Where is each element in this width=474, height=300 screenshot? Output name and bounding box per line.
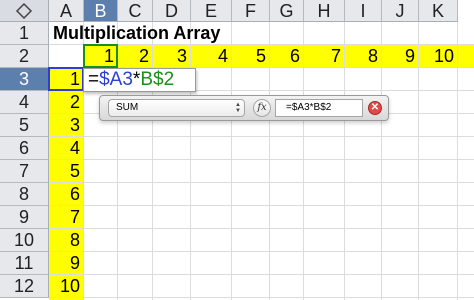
select-all-corner[interactable]	[0, 0, 49, 22]
grid-line	[49, 136, 474, 137]
cell-value[interactable]: 1	[84, 45, 114, 68]
cell-value[interactable]: 9	[382, 45, 415, 68]
select-all-icon	[15, 3, 33, 19]
row-header[interactable]: 3	[0, 68, 49, 91]
cell-value[interactable]: 5	[49, 160, 80, 183]
row-header[interactable]: 10	[0, 229, 49, 252]
cell-value[interactable]: 5	[232, 45, 266, 68]
row-header[interactable]: 7	[0, 160, 49, 183]
cell-value[interactable]: 1	[49, 68, 80, 91]
grid-line	[49, 228, 474, 229]
formula-ref-b: B$2	[140, 69, 175, 90]
column-header[interactable]: K	[419, 0, 458, 22]
grid-line	[49, 182, 474, 183]
cell-value[interactable]: 8	[49, 229, 80, 252]
cell-value[interactable]: 3	[49, 114, 80, 137]
row-header[interactable]: 5	[0, 114, 49, 137]
cell-value[interactable]: 6	[49, 183, 80, 206]
cell-value[interactable]: 4	[49, 137, 80, 160]
column-header[interactable]: H	[304, 0, 345, 22]
grid-line	[49, 251, 474, 252]
column-header[interactable]: C	[118, 0, 153, 22]
fx-button[interactable]: fx	[253, 99, 271, 117]
column-header[interactable]: B	[84, 0, 118, 22]
cell-value[interactable]: 8	[345, 45, 378, 68]
cancel-icon[interactable]: ✕	[368, 101, 382, 115]
column-header[interactable]: G	[270, 0, 304, 22]
cell-value[interactable]: 7	[49, 206, 80, 229]
cell-value[interactable]: 10	[49, 275, 80, 298]
grid-line	[49, 159, 474, 160]
cell-value[interactable]: 2	[118, 45, 149, 68]
cell-value[interactable]: 10	[419, 45, 454, 68]
column-header[interactable]: E	[191, 0, 232, 22]
row-header[interactable]: 6	[0, 137, 49, 160]
cell-value[interactable]: 4	[191, 45, 228, 68]
column-header[interactable]: J	[382, 0, 419, 22]
column-header[interactable]: A	[49, 0, 84, 22]
function-select-value: SUM	[116, 102, 139, 113]
formula-ref-a: $A3	[99, 69, 133, 90]
row-header[interactable]: 2	[0, 45, 49, 68]
grid-line	[49, 274, 474, 275]
column-header[interactable]: F	[232, 0, 270, 22]
formula-bar: SUM ▲ ▼ fx =$A3*B$2 ✕	[99, 95, 389, 121]
formula-input[interactable]: =$A3*B$2	[275, 99, 363, 117]
cell-value[interactable]: 2	[49, 91, 80, 114]
grid-line	[49, 205, 474, 206]
cell-value[interactable]: 7	[304, 45, 341, 68]
cell-value[interactable]: 3	[153, 45, 187, 68]
active-cell-editor[interactable]: =$A3*B$2	[83, 68, 196, 92]
row-header[interactable]: 8	[0, 183, 49, 206]
row-header[interactable]: 11	[0, 252, 49, 275]
row-header[interactable]: 9	[0, 206, 49, 229]
cell-value[interactable]: 6	[270, 45, 300, 68]
grid-line	[49, 297, 474, 298]
formula-equals: =	[88, 69, 100, 90]
cell-value[interactable]: 9	[49, 252, 80, 275]
row-header[interactable]: 4	[0, 91, 49, 114]
stepper-arrows-icon: ▲ ▼	[235, 102, 241, 114]
row-header[interactable]: 1	[0, 22, 49, 45]
grid-line	[457, 22, 458, 300]
function-select[interactable]: SUM ▲ ▼	[108, 99, 245, 117]
column-header[interactable]: I	[345, 0, 382, 22]
spreadsheet[interactable]: ABCDEFGHIJK 1 2 3 4 5 6 7 8 9 10 11 12 Multiplicati…	[0, 0, 474, 300]
sheet-title[interactable]: Multiplication Array	[53, 22, 220, 45]
row-header[interactable]: 12	[0, 275, 49, 298]
column-header[interactable]: D	[153, 0, 191, 22]
